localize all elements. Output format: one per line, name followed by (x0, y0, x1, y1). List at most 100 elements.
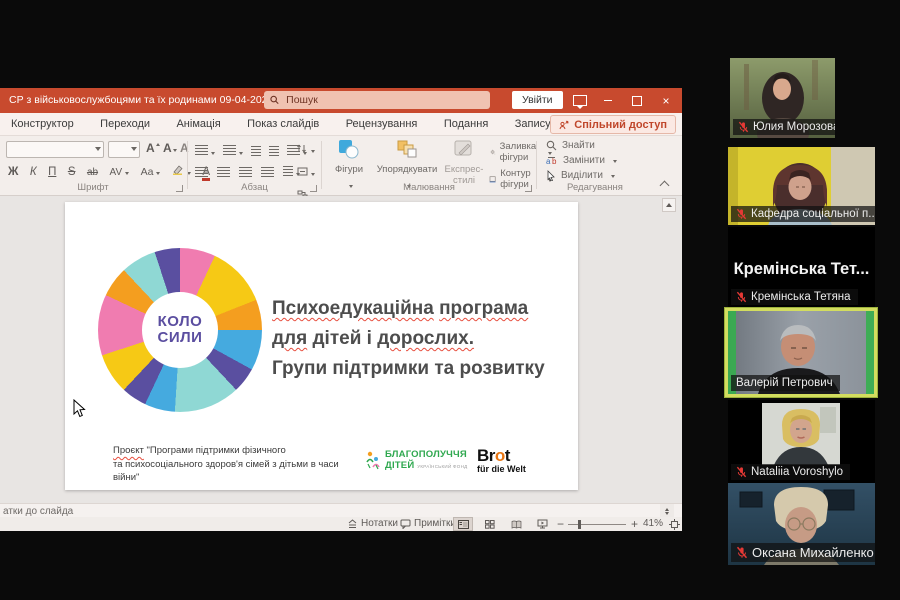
change-case-button[interactable]: Aa (141, 166, 161, 178)
participant-name-label: Кремінська Тетяна (731, 289, 858, 305)
find-button[interactable]: Знайти (546, 140, 617, 151)
close-icon: × (662, 94, 669, 108)
bold-button[interactable]: Ж (8, 166, 18, 178)
slide-sorter-view-button[interactable] (480, 517, 500, 531)
powerpoint-window: СР з військовослужбоцями та їх родинами … (0, 88, 682, 531)
participant-video (762, 403, 840, 465)
tab-review[interactable]: Рецензування (335, 113, 429, 130)
restore-icon (632, 96, 642, 106)
zoom-out-button[interactable]: − (557, 517, 564, 531)
italic-button[interactable]: К (30, 166, 37, 178)
participant-tile[interactable]: Оксана Михайленко (728, 483, 875, 565)
scroll-up-button[interactable] (662, 198, 676, 212)
participant-name: Юлия Морозова (753, 121, 835, 133)
font-size-combo[interactable] (108, 141, 140, 158)
ribbon-display-options-button[interactable] (565, 88, 595, 113)
notes-toggle-button[interactable]: Нотатки (347, 518, 398, 529)
brot-subtitle: für die Welt (477, 464, 526, 474)
restore-button[interactable] (622, 88, 652, 113)
notes-pane[interactable]: атки до слайда (0, 503, 682, 517)
chevron-down-icon (611, 175, 615, 180)
character-spacing-button[interactable]: AV (110, 167, 130, 178)
brot-fur-die-welt-logo: Brot für die Welt (477, 448, 526, 474)
align-left-icon[interactable] (195, 167, 208, 177)
zoom-slider[interactable] (568, 524, 626, 525)
slide-nav-arrows[interactable] (660, 504, 674, 518)
status-bar: Нотатки Примітки − + 41% (0, 517, 682, 531)
group-divider (321, 141, 322, 189)
drawing-group-label: Малювання (323, 182, 535, 193)
slide-workspace: КОЛО СИЛИ Психоедукаційна програма для д… (0, 196, 682, 503)
chevron-down-icon (239, 152, 243, 157)
slideshow-view-button[interactable] (532, 517, 552, 531)
tab-design[interactable]: Конструктор (0, 113, 85, 130)
text-direction-button[interactable] (297, 140, 315, 158)
increase-indent-icon[interactable] (269, 146, 279, 156)
fit-to-window-icon (669, 519, 680, 530)
slide-canvas[interactable]: КОЛО СИЛИ Психоедукаційна програма для д… (65, 202, 578, 490)
align-right-icon[interactable] (239, 167, 252, 177)
share-button[interactable]: Спільний доступ (550, 115, 676, 134)
participant-name: Кремінська Тетяна (751, 291, 851, 303)
participant-name: Nataliia Voroshylo (751, 466, 843, 478)
align-text-button[interactable] (297, 163, 315, 181)
search-box[interactable] (264, 91, 490, 109)
collapse-ribbon-button[interactable] (660, 181, 670, 191)
font-dialog-launcher[interactable] (176, 185, 183, 192)
notes-icon (347, 519, 358, 529)
paragraph-group: Абзац (189, 136, 320, 195)
footer-text: "Програми підтримки фізичного (147, 445, 286, 456)
participant-tile[interactable]: Nataliia Voroshylo (728, 400, 875, 483)
brot-text: Br (477, 446, 495, 465)
shrink-font-button[interactable]: A (163, 141, 177, 155)
logo-line-2: СИЛИ (158, 330, 203, 346)
grow-font-button[interactable]: A (146, 141, 160, 155)
participant-tile[interactable]: Кремінська Тет... Кремінська Тетяна (728, 227, 875, 308)
numbering-button[interactable] (223, 142, 243, 160)
strikethrough-ab-button[interactable]: ab (87, 167, 98, 178)
drawing-dialog-launcher[interactable] (525, 185, 532, 192)
muted-mic-icon (738, 121, 749, 133)
participant-tile[interactable]: Кафедра соціальної п... (728, 147, 875, 225)
kolo-syly-logo-text: КОЛО СИЛИ (142, 292, 217, 367)
bullets-button[interactable] (195, 142, 215, 160)
paragraph-dialog-launcher[interactable] (310, 185, 317, 192)
participant-tile[interactable]: Юлия Морозова (730, 58, 835, 138)
zoom-in-button[interactable]: + (631, 517, 638, 531)
align-center-icon[interactable] (217, 167, 230, 177)
search-input[interactable] (284, 93, 484, 107)
font-name-combo[interactable] (6, 141, 104, 158)
title-word: дорослих. (377, 328, 474, 349)
tab-transitions[interactable]: Переходи (89, 113, 161, 130)
quick-styles-icon (453, 139, 475, 159)
tab-slideshow[interactable]: Показ слайдів (236, 113, 330, 130)
comments-button[interactable]: Примітки (400, 518, 456, 529)
strikethrough-button[interactable]: S (68, 166, 76, 178)
minimize-icon (604, 100, 612, 101)
decrease-indent-icon[interactable] (251, 146, 261, 156)
sign-in-button[interactable]: Увійти (512, 91, 563, 109)
normal-view-button[interactable] (453, 517, 473, 531)
tab-view[interactable]: Подання (433, 113, 499, 130)
replace-button[interactable]: abЗамінити (546, 155, 617, 166)
underline-button[interactable]: П (48, 166, 56, 178)
tab-animations[interactable]: Анімація (165, 113, 231, 130)
select-button[interactable]: Виділити (546, 170, 617, 181)
meeting-screen: СР з військовослужбоцями та їх родинами … (0, 0, 900, 600)
close-button[interactable]: × (651, 88, 681, 113)
quick-styles-button[interactable]: Експрес- стилі (443, 139, 485, 186)
justify-icon[interactable] (261, 167, 274, 177)
slide-title: Психоедукаційна програма для дітей і дор… (272, 294, 562, 384)
comments-label: Примітки (414, 518, 456, 529)
zoom-slider-thumb[interactable] (578, 520, 581, 529)
fit-slide-to-window-button[interactable] (664, 517, 684, 531)
title-word: Психоедукаційна (272, 298, 434, 319)
org1-line-2: ДІТЕЙ (385, 460, 414, 471)
chevron-down-icon (156, 172, 160, 177)
minimize-button[interactable] (593, 88, 623, 113)
zoom-level[interactable]: 41% (643, 518, 663, 529)
reading-view-button[interactable] (506, 517, 526, 531)
chevron-down-icon (125, 172, 129, 177)
drawing-group: Фігури Упорядкувати Експрес- стилі Залив… (323, 136, 535, 195)
active-speaker-tile[interactable]: Валерій Петрович (725, 308, 877, 397)
